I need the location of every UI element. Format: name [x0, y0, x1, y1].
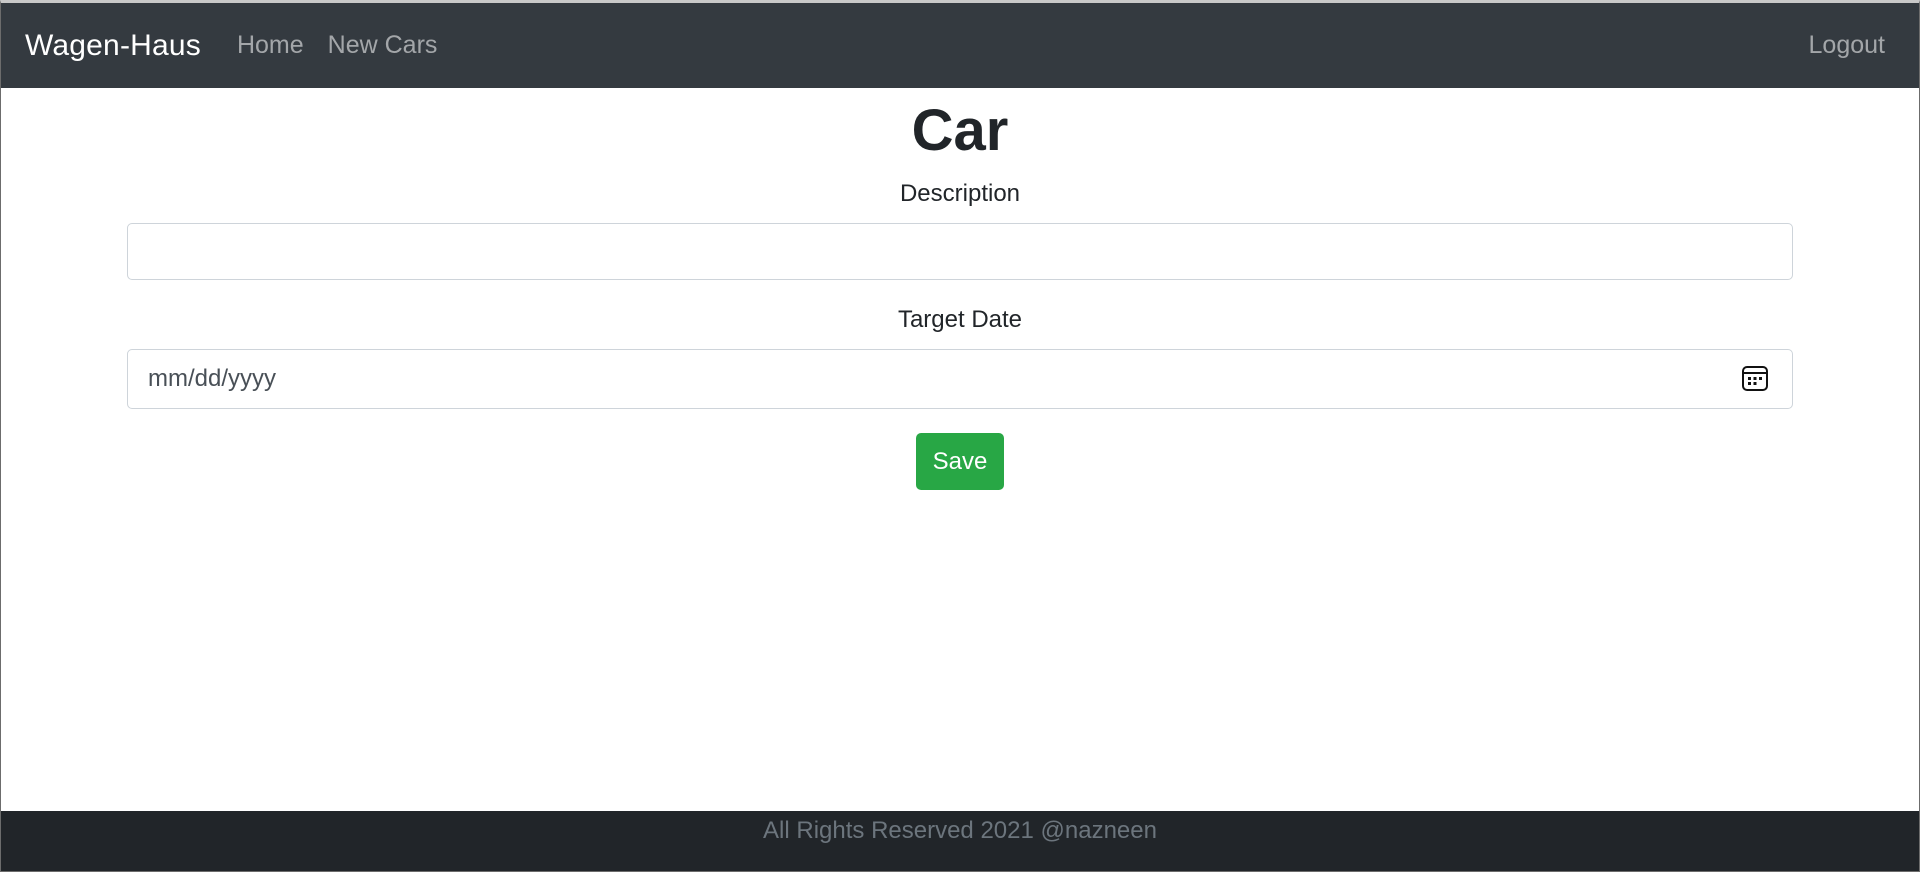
page-title: Car	[911, 98, 1009, 163]
nav-link-home[interactable]: Home	[237, 31, 304, 60]
target-date-input[interactable]	[127, 349, 1793, 409]
target-date-wrapper	[127, 349, 1793, 409]
logout-link[interactable]: Logout	[1809, 31, 1885, 60]
app-window: Wagen-Haus Home New Cars Logout Car Desc…	[0, 0, 1920, 872]
page-footer: All Rights Reserved 2021 @nazneen	[1, 811, 1919, 871]
save-button[interactable]: Save	[916, 433, 1004, 490]
target-date-group: Target Date	[1, 304, 1919, 409]
target-date-label: Target Date	[897, 306, 1023, 333]
description-label: Description	[899, 180, 1021, 207]
brand-link[interactable]: Wagen-Haus	[25, 29, 201, 63]
footer-text: All Rights Reserved 2021 @nazneen	[763, 817, 1157, 844]
main-content: Car Description Target Date mm/dd/yyyy S…	[1, 88, 1919, 490]
description-group: Description	[1, 178, 1919, 280]
nav-link-new-cars[interactable]: New Cars	[328, 31, 438, 60]
calendar-icon[interactable]	[1741, 364, 1769, 392]
description-input[interactable]	[127, 223, 1793, 280]
top-navbar: Wagen-Haus Home New Cars Logout	[1, 3, 1919, 88]
